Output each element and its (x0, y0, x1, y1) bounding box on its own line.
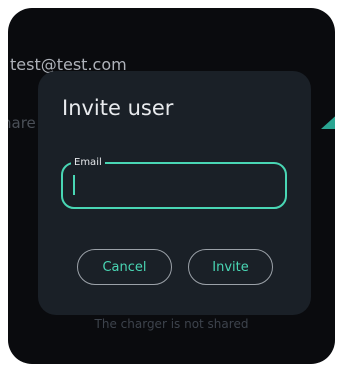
cancel-button[interactable]: Cancel (77, 249, 172, 285)
invite-button[interactable]: Invite (188, 249, 273, 285)
text-caret (73, 175, 75, 195)
email-field[interactable]: Email (61, 156, 287, 209)
accent-triangle-icon (321, 111, 335, 129)
share-label: hare (8, 114, 36, 132)
dialog-title: Invite user (62, 96, 174, 120)
email-field-label: Email (71, 156, 105, 169)
charger-status-text: The charger is not shared (94, 317, 249, 331)
invite-user-dialog: Invite user Email Cancel Invite (38, 71, 311, 315)
email-input[interactable] (73, 173, 273, 197)
app-screen: test@test.com hare The charger is not sh… (8, 8, 335, 364)
